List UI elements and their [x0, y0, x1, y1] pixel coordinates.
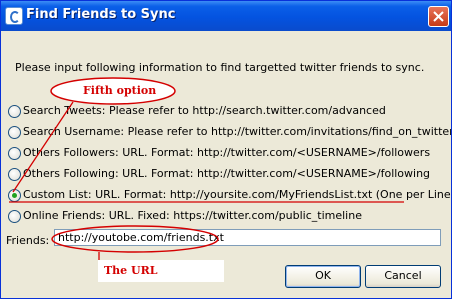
option-label: Others Followers: URL. Format: http://tw… — [23, 146, 431, 159]
radio-button[interactable] — [8, 147, 21, 160]
option-label: Online Friends: URL. Fixed: https://twit… — [23, 209, 362, 222]
radio-button[interactable] — [8, 210, 21, 223]
url-annotation: The URL — [104, 264, 158, 277]
close-button[interactable] — [428, 6, 449, 27]
fifth-option-annotation: Fifth option — [83, 84, 157, 97]
option-others-following[interactable]: Others Following: URL. Format: http://tw… — [8, 166, 448, 182]
title-bar[interactable]: Find Friends to Sync — [1, 1, 451, 31]
option-label: Others Following: URL. Format: http://tw… — [23, 167, 431, 180]
radio-button[interactable] — [8, 126, 21, 139]
option-online-friends[interactable]: Online Friends: URL. Fixed: https://twit… — [8, 208, 448, 224]
dialog-window: Find Friends to Sync Please input follow… — [0, 0, 452, 299]
close-icon — [433, 11, 444, 22]
ok-button[interactable]: OK — [285, 265, 361, 288]
option-search-tweets[interactable]: Search Tweets: Please refer to http://se… — [8, 103, 448, 119]
friends-label: Friends: — [6, 234, 50, 247]
option-others-followers[interactable]: Others Followers: URL. Format: http://tw… — [8, 145, 448, 161]
option-search-username[interactable]: Search Username: Please refer to http://… — [8, 124, 451, 140]
option-custom-list[interactable]: Custom List: URL. Format: http://yoursit… — [8, 187, 451, 203]
option-label: Custom List: URL. Format: http://yoursit… — [23, 188, 452, 201]
dialog-content: Please input following information to fi… — [1, 31, 451, 298]
option-label: Search Tweets: Please refer to http://se… — [23, 104, 386, 117]
window-title: Find Friends to Sync — [26, 7, 176, 22]
friends-url-input[interactable] — [54, 229, 441, 246]
instruction-text: Please input following information to fi… — [15, 61, 425, 74]
option-label: Search Username: Please refer to http://… — [23, 125, 452, 138]
app-icon — [5, 7, 23, 25]
radio-button[interactable] — [8, 168, 21, 181]
radio-button-selected[interactable] — [8, 189, 21, 202]
cancel-button[interactable]: Cancel — [365, 265, 441, 288]
radio-button[interactable] — [8, 105, 21, 118]
